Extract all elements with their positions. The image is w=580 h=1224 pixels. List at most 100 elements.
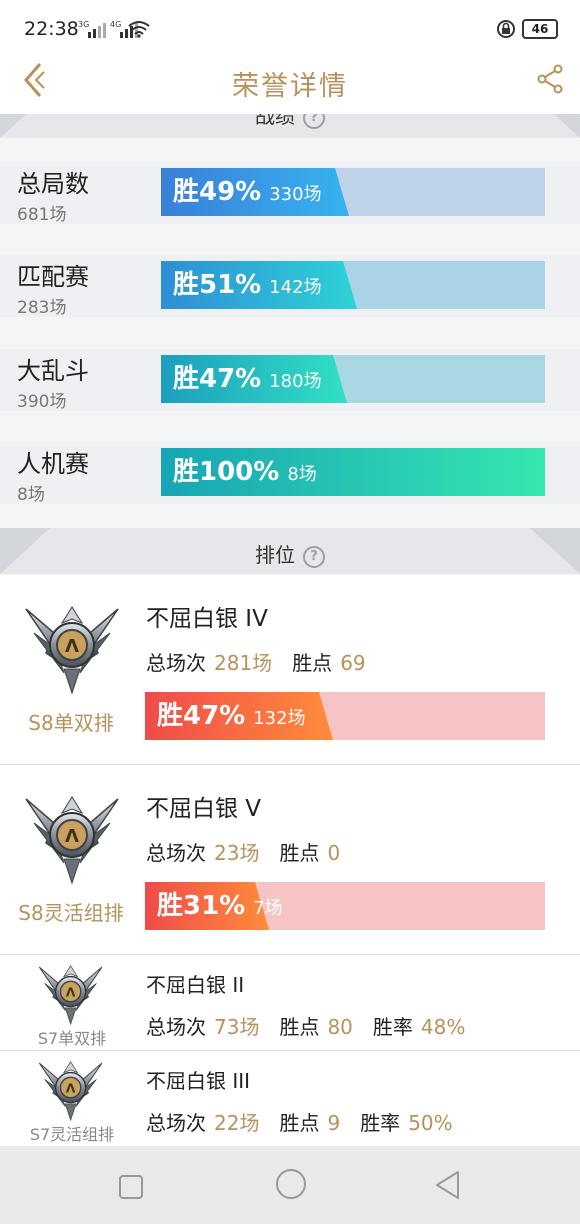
rank-win-rate-bar: 胜31% 7场 [145,882,545,930]
rank-tier: 不屈白银 III [146,1069,251,1093]
mode-row[interactable]: 人机赛 8场 胜100% 8场 [0,442,580,505]
mode-row[interactable]: 匹配赛 283场 胜51% 142场 [0,255,580,318]
wifi-icon [128,21,150,38]
rank-win-rate-text: 胜31% 7场 [157,882,283,930]
win-rate-value: 48% [420,1015,466,1039]
silver-rank-badge-icon: Λ [38,1061,103,1122]
rank-win-games: 7场 [253,898,283,919]
rank-card[interactable]: Λ S8灵活组排 不屈白银 V 总场次 23场 胜点 0 胜31% 7场 [0,765,580,955]
total-games-value: 22场 [214,1111,260,1135]
recent-apps-button[interactable] [118,1174,144,1200]
rank-win-rate-bar: 胜47% 132场 [145,692,545,740]
net-type-1: 3G [78,20,89,29]
mode-name: 大乱斗 [17,357,89,385]
win-rate-label: 胜率 [372,1015,413,1039]
queue-label: S8单双排 [28,711,114,735]
net-type-2: 4G [110,20,121,29]
svg-text:Λ: Λ [65,826,79,847]
lock-rotation-icon [497,20,515,38]
win-rate-value: 50% [408,1111,453,1135]
rank-stats: 总场次 281场 胜点 69 [146,647,386,676]
queue-label: S7单双排 [37,1029,107,1048]
win-games: 8场 [287,464,317,485]
league-points-value: 69 [340,651,366,675]
total-games-value: 281场 [214,651,273,675]
silver-rank-badge-icon: Λ [25,606,119,695]
win-rate-text: 胜100% 8场 [173,448,317,496]
league-points-label: 胜点 [279,1111,320,1135]
rank-section-header: 排位? [0,528,580,574]
total-games-label: 总场次 [146,651,206,675]
rank-stats: 总场次 23场 胜点 0 [146,837,360,866]
mode-count: 283场 [17,298,67,318]
mode-name: 匹配赛 [17,263,89,291]
win-rate-text: 胜47% 180场 [173,355,322,403]
help-icon[interactable]: ? [303,114,325,129]
mode-row[interactable]: 大乱斗 390场 胜47% 180场 [0,349,580,412]
queue-label: S7灵活组排 [29,1125,115,1144]
status-right: 46 [496,19,558,39]
league-points-label: 胜点 [279,841,320,865]
league-points-value: 80 [327,1015,353,1039]
rank-win-rate-percent: 胜31% [157,891,246,921]
silver-rank-badge-icon: Λ [25,796,119,885]
total-games-label: 总场次 [146,1015,206,1039]
battery-icon: 46 [522,19,558,39]
svg-text:Λ: Λ [65,636,79,657]
system-nav-bar [0,1146,580,1224]
rank-section-title: 排位 [255,543,295,567]
mode-count: 390场 [17,392,67,412]
rank-card[interactable]: Λ S7单双排 不屈白银 II 总场次 73场 胜点 80 胜率 48% [0,955,580,1051]
win-rate-percent: 胜51% [173,270,262,300]
league-points-label: 胜点 [279,1015,320,1039]
total-games-label: 总场次 [146,841,206,865]
mode-row[interactable]: 总局数 681场 胜49% 330场 [0,162,580,225]
rank-win-rate-text: 胜47% 132场 [157,692,306,740]
home-button[interactable] [275,1168,307,1200]
nav-bar: 荣誉详情 [0,48,580,114]
win-games: 142场 [269,277,322,298]
win-games: 330场 [269,184,322,205]
rank-win-rate-percent: 胜47% [157,701,246,731]
page-title: 荣誉详情 [232,71,348,102]
mode-count: 8场 [17,485,45,505]
rank-stats: 总场次 22场 胜点 9 胜率 50% [146,1107,473,1136]
rank-tier: 不屈白银 II [146,973,245,997]
win-rate-percent: 胜100% [173,457,280,487]
stats-section-title: 战绩 [255,114,295,128]
svg-text:Λ: Λ [66,1081,76,1095]
win-rate-text: 胜51% 142场 [173,261,322,309]
win-rate-percent: 胜49% [173,177,262,207]
stats-section-header: 战绩? [0,114,580,138]
svg-text:Λ: Λ [66,985,76,999]
rank-card[interactable]: Λ S8单双排 不屈白银 IV 总场次 281场 胜点 69 胜47% 132场 [0,575,580,765]
help-icon[interactable]: ? [303,546,325,568]
win-rate-bar: 胜49% 330场 [161,168,545,216]
win-rate-percent: 胜47% [173,364,262,394]
win-rate-bar: 胜100% 8场 [161,448,545,496]
league-points-value: 9 [327,1111,341,1135]
total-games-value: 23场 [214,841,260,865]
win-rate-bar: 胜47% 180场 [161,355,545,403]
silver-rank-badge-icon: Λ [38,965,103,1026]
back-nav-button[interactable] [434,1170,462,1200]
total-games-value: 73场 [214,1015,260,1039]
win-rate-label: 胜率 [360,1111,401,1135]
mode-count: 681场 [17,205,67,225]
mode-name: 人机赛 [17,450,89,478]
mode-name: 总局数 [17,170,89,198]
league-points-value: 0 [327,841,341,865]
rank-tier: 不屈白银 V [146,796,262,822]
status-time: 22:38 [24,18,79,40]
rank-win-games: 132场 [253,708,306,729]
rank-stats: 总场次 73场 胜点 80 胜率 48% [146,1011,485,1040]
share-icon[interactable] [536,64,564,94]
queue-label: S8灵活组排 [18,901,124,925]
win-rate-text: 胜49% 330场 [173,168,322,216]
rank-card[interactable]: Λ S7灵活组排 不屈白银 III 总场次 22场 胜点 9 胜率 50% [0,1051,580,1147]
win-games: 180场 [269,371,322,392]
win-rate-bar: 胜51% 142场 [161,261,545,309]
league-points-label: 胜点 [292,651,333,675]
rank-tier: 不屈白银 IV [146,606,268,632]
total-games-label: 总场次 [146,1111,206,1135]
